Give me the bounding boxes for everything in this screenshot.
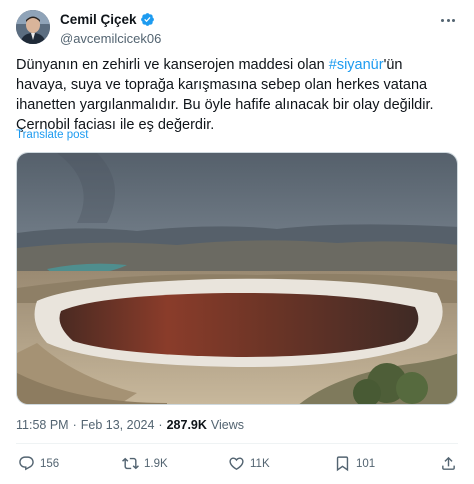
share-icon bbox=[442, 456, 455, 470]
meta-separator: · bbox=[158, 418, 163, 432]
like-button[interactable]: 11K bbox=[228, 455, 270, 472]
repost-button[interactable]: 1.9K bbox=[122, 455, 168, 472]
author-handle[interactable]: @avcemilcicek06 bbox=[60, 31, 161, 46]
tweet-header: Cemil Çiçek @avcemilcicek06 bbox=[16, 10, 458, 46]
tweet-text-before: Dünyanın en zehirli ve kanserojen maddes… bbox=[16, 57, 329, 73]
repost-count: 1.9K bbox=[144, 457, 168, 470]
translate-post-link[interactable]: Translate post bbox=[16, 129, 88, 141]
bookmark-count: 101 bbox=[356, 457, 376, 470]
display-name[interactable]: Cemil Çiçek bbox=[60, 12, 137, 27]
bookmark-icon bbox=[336, 456, 349, 472]
verified-badge-icon bbox=[140, 13, 154, 26]
tweet-photo[interactable] bbox=[16, 152, 458, 405]
divider bbox=[16, 443, 458, 444]
tweet-text: Dünyanın en zehirli ve kanserojen maddes… bbox=[16, 55, 456, 135]
display-name-row: Cemil Çiçek bbox=[60, 11, 161, 28]
avatar[interactable] bbox=[16, 10, 50, 44]
more-horizontal-icon[interactable] bbox=[438, 12, 458, 28]
views-label: Views bbox=[210, 418, 245, 432]
repost-icon bbox=[122, 457, 139, 470]
share-button[interactable] bbox=[440, 455, 457, 472]
tweet-meta: 11:58 PM · Feb 13, 2024 · 287.9K Views bbox=[16, 418, 244, 432]
heart-icon bbox=[229, 457, 244, 470]
hashtag-link[interactable]: #siyanür bbox=[329, 57, 384, 73]
tweet-card: Cemil Çiçek @avcemilcicek06 Dünyanın en … bbox=[0, 0, 474, 484]
bookmark-button[interactable]: 101 bbox=[334, 455, 375, 472]
reply-count: 156 bbox=[40, 457, 60, 470]
views-count: 287.9K bbox=[166, 418, 207, 432]
tweet-time[interactable]: 11:58 PM bbox=[16, 418, 69, 432]
meta-separator: · bbox=[72, 418, 77, 432]
reply-button[interactable]: 156 bbox=[18, 455, 59, 472]
author-names: Cemil Çiçek @avcemilcicek06 bbox=[60, 11, 161, 46]
like-count: 11K bbox=[250, 457, 270, 470]
tweet-date[interactable]: Feb 13, 2024 bbox=[81, 418, 155, 432]
reply-icon bbox=[19, 456, 34, 471]
action-bar: 156 1.9K 11K 101 bbox=[16, 455, 458, 475]
